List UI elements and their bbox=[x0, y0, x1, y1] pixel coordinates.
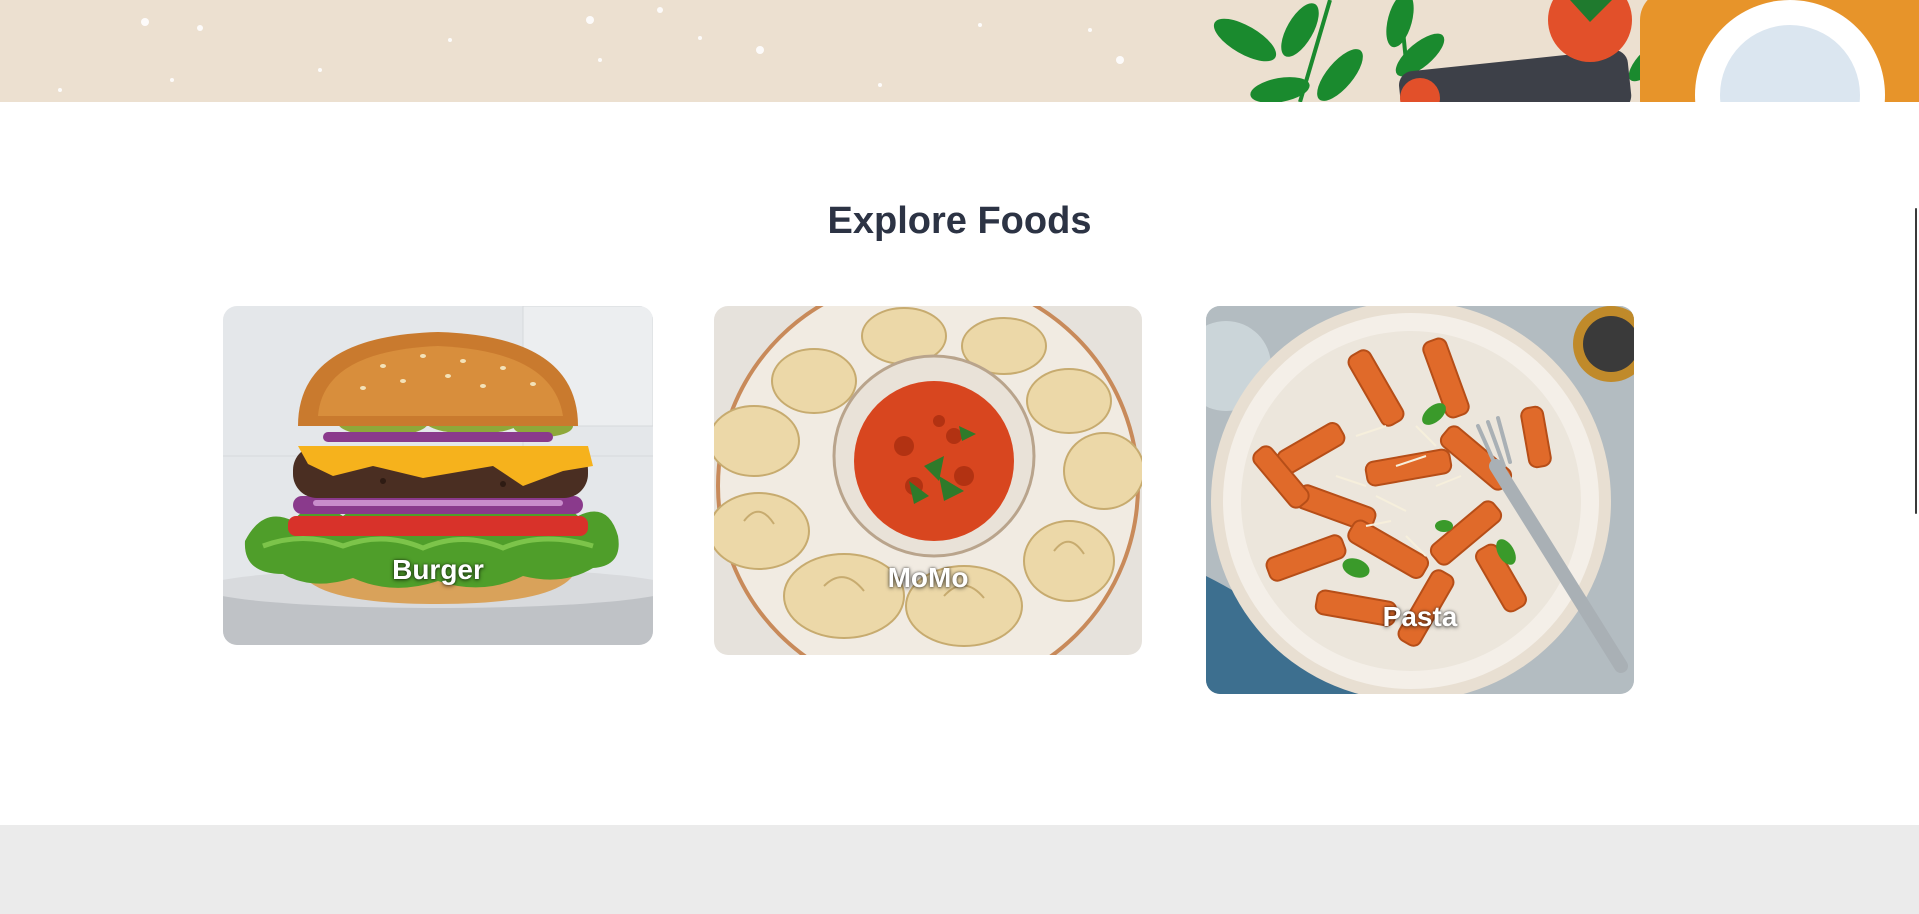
food-card-burger[interactable]: Burger bbox=[223, 306, 653, 645]
section-title: Explore Foods bbox=[827, 200, 1092, 242]
food-card-momo[interactable]: MoMo bbox=[714, 306, 1142, 655]
hero-banner bbox=[0, 0, 1919, 102]
food-label: MoMo bbox=[887, 562, 969, 593]
scrollbar[interactable] bbox=[1915, 208, 1917, 514]
food-card-pasta[interactable]: Pasta bbox=[1206, 306, 1634, 694]
momo-photo bbox=[714, 306, 1142, 655]
food-label: Pasta bbox=[1382, 601, 1458, 632]
pasta-photo bbox=[1206, 306, 1634, 694]
footer bbox=[0, 825, 1919, 914]
burger-photo bbox=[223, 306, 653, 645]
hero-illustration bbox=[58, 0, 1919, 102]
food-label: Burger bbox=[392, 554, 484, 585]
